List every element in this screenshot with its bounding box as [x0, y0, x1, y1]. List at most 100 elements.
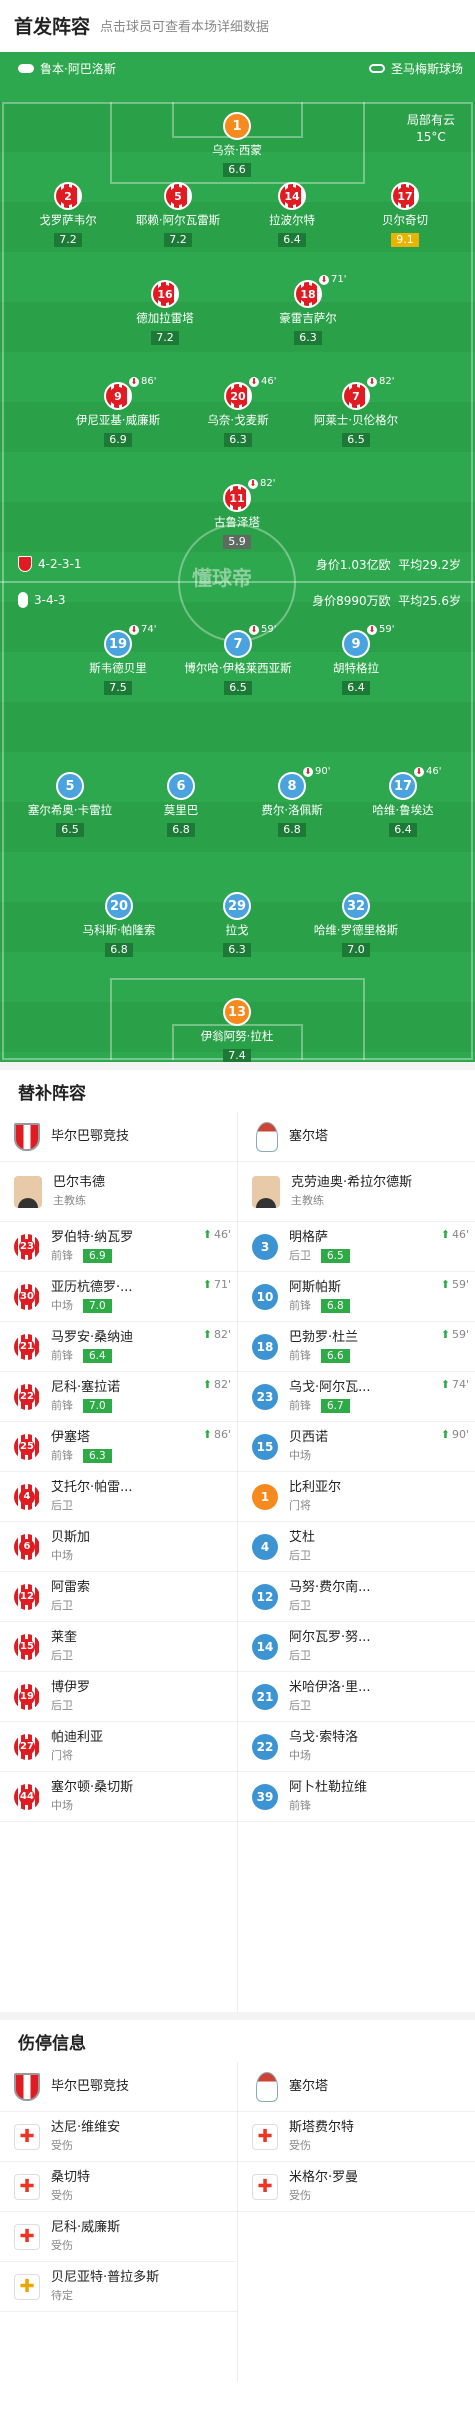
sub-off-minute: 82': [379, 376, 395, 387]
sub-off-icon: ⬇: [414, 766, 424, 777]
injury-row[interactable]: ✚ 贝尼亚特·普拉多斯 待定: [0, 2262, 237, 2312]
player-name: 阿莱士·贝伦格尔: [313, 413, 399, 427]
sub-player-row[interactable]: 21 马罗安·桑纳迪 前锋 6.4 ⬆ 82': [0, 1322, 237, 1372]
jersey-number: 14: [278, 182, 306, 210]
sub-player-row[interactable]: 3 明格萨 后卫 6.5 ⬆ 46': [238, 1222, 475, 1272]
pitch-player[interactable]: 11 ⬇ 82' 古鲁泽塔 5.9: [182, 478, 292, 549]
injury-row[interactable]: ✚ 米格尔·罗曼 受伤: [238, 2162, 475, 2212]
pitch-player[interactable]: 7 ⬇ 59' 博尔哈·伊格莱西亚斯 6.5: [183, 624, 293, 695]
pitch-player[interactable]: 19 ⬇ 74' 斯韦德贝里 7.5: [63, 624, 173, 695]
jersey-number: 6: [167, 772, 195, 800]
injury-row[interactable]: ✚ 桑切特 受伤: [0, 2162, 237, 2212]
player-rating: 6.3: [224, 433, 252, 447]
sub-player-row[interactable]: 12 阿雷索 后卫: [0, 1572, 237, 1622]
pitch-player[interactable]: 6 莫里巴 6.8: [126, 772, 236, 837]
sub-on-icon: ⬆: [440, 1278, 450, 1291]
sub-off-indicator: ⬇ 59': [367, 624, 394, 635]
sub-player-row[interactable]: 15 莱奎 后卫: [0, 1622, 237, 1672]
player-rating: 6.4: [342, 681, 370, 695]
sub-player-row[interactable]: 30 亚历杭德罗·... 中场 7.0 ⬆ 71': [0, 1272, 237, 1322]
player-position: 前锋: [289, 1398, 311, 1412]
sub-player-row[interactable]: 39 阿卜杜勒拉维 前锋: [238, 1772, 475, 1822]
home-coach[interactable]: 巴尔韦德 主教练: [0, 1162, 237, 1222]
jersey-number: 1: [223, 112, 251, 140]
jersey-number: 13: [223, 998, 251, 1026]
sub-player-row[interactable]: 23 罗伯特·纳瓦罗 前锋 6.9 ⬆ 46': [0, 1222, 237, 1272]
away-team-name: 塞尔塔: [289, 2078, 329, 2094]
pitch-player[interactable]: 18 ⬇ 71' 豪雷吉萨尔 6.3: [253, 274, 363, 345]
pitch-player[interactable]: 1 乌奈·西蒙 6.6: [182, 112, 292, 177]
player-name: 乌奈·戈麦斯: [207, 413, 269, 427]
sub-player-row[interactable]: 12 马努·费尔南... 后卫: [238, 1572, 475, 1622]
player-name: 阿斯帕斯: [289, 1279, 342, 1295]
player-name: 莫里巴: [163, 803, 199, 817]
sub-player-row[interactable]: 27 帕迪利亚 门将: [0, 1722, 237, 1772]
pitch-player[interactable]: 29 拉戈 6.3: [182, 892, 292, 957]
pitch-player[interactable]: 5 塞尔希奥·卡雷拉 6.5: [15, 772, 125, 837]
sub-player-row[interactable]: 25 伊塞塔 前锋 6.3 ⬆ 86': [0, 1422, 237, 1472]
sub-player-row[interactable]: 22 乌戈·索特洛 中场: [238, 1722, 475, 1772]
pitch-player[interactable]: 20 马科斯·帕隆索 6.8: [64, 892, 174, 957]
pitch-player[interactable]: 17 ⬇ 46' 哈维·鲁埃达 6.4: [348, 766, 458, 837]
jersey-number: 1: [252, 1483, 278, 1510]
sub-on-indicator: ⬆ 82': [203, 1328, 231, 1341]
jersey-number: 9: [104, 382, 132, 410]
home-team-name: 毕尔巴鄂竞技: [51, 2078, 130, 2094]
sub-player-row[interactable]: 1 比利亚尔 门将: [238, 1472, 475, 1522]
pitch-player[interactable]: 17 贝尔奇切 9.1: [350, 182, 460, 247]
home-formation-text: 4-2-3-1: [38, 557, 82, 571]
jersey-number-text: 19: [19, 1688, 35, 1705]
sub-player-row[interactable]: 6 贝斯加 中场: [0, 1522, 237, 1572]
sub-off-indicator: ⬇ 90': [303, 766, 330, 777]
injury-row[interactable]: ✚ 斯塔费尔特 受伤: [238, 2112, 475, 2162]
pitch-player[interactable]: 9 ⬇ 86' 伊尼亚基·威廉斯 6.9: [63, 376, 173, 447]
sub-player-row[interactable]: 4 艾托尔·帕雷... 后卫: [0, 1472, 237, 1522]
pitch-player[interactable]: 20 ⬇ 46' 乌奈·戈麦斯 6.3: [183, 376, 293, 447]
sub-player-row[interactable]: 18 巴勃罗·杜兰 前锋 6.6 ⬆ 59': [238, 1322, 475, 1372]
player-rating: 6.9: [104, 433, 132, 447]
sub-on-icon: ⬆: [440, 1328, 450, 1341]
pitch-player[interactable]: 5 耶赖·阿尔瓦雷斯 7.2: [123, 182, 233, 247]
weather-temp: 15°C: [416, 130, 446, 144]
player-rating: 6.8: [167, 823, 195, 837]
away-team-name: 塞尔塔: [289, 1128, 329, 1144]
jersey-number-text: 27: [19, 1738, 35, 1755]
pitch-player[interactable]: 8 ⬇ 90' 费尔·洛佩斯 6.8: [237, 766, 347, 837]
home-logo-icon: [18, 556, 32, 572]
coach-name: 克劳迪奥·希拉尔德斯: [291, 1174, 413, 1190]
home-team-name: 毕尔巴鄂竞技: [51, 1128, 130, 1144]
injury-row[interactable]: ✚ 尼科·威廉斯 受伤: [0, 2212, 237, 2262]
medical-kit-icon: ✚: [14, 2223, 40, 2250]
pitch-player[interactable]: 13 伊翁阿努·拉杜 7.4: [182, 998, 292, 1062]
player-rating: 6.6: [223, 163, 251, 177]
pitch-player[interactable]: 14 拉波尔特 6.4: [237, 182, 347, 247]
sub-player-row[interactable]: 15 贝西诺 中场 ⬆ 90': [238, 1422, 475, 1472]
player-rating: 6.6: [321, 1348, 350, 1363]
sub-player-row[interactable]: 22 尼科·塞拉诺 前锋 7.0 ⬆ 82': [0, 1372, 237, 1422]
pitch-player[interactable]: 2 戈罗萨韦尔 7.2: [13, 182, 123, 247]
sub-on-minute: 46': [451, 1228, 469, 1241]
pitch-player[interactable]: 16 德加拉雷塔 7.2: [110, 280, 220, 345]
sub-player-row[interactable]: 4 艾杜 后卫: [238, 1522, 475, 1572]
pitch-player[interactable]: 9 ⬇ 59' 胡特格拉 6.4: [301, 624, 411, 695]
player-rating: 6.3: [223, 943, 251, 957]
sub-on-indicator: ⬆ 86': [203, 1428, 231, 1441]
jersey-number: 23: [252, 1383, 278, 1410]
sub-on-icon: ⬆: [202, 1328, 212, 1341]
sub-player-row[interactable]: 10 阿斯帕斯 前锋 6.8 ⬆ 59': [238, 1272, 475, 1322]
sub-player-row[interactable]: 44 塞尔顿·桑切斯 中场: [0, 1772, 237, 1822]
player-name: 贝斯加: [51, 1529, 91, 1545]
sub-player-row[interactable]: 21 米哈伊洛·里... 后卫: [238, 1672, 475, 1722]
sub-player-row[interactable]: 14 阿尔瓦罗·努... 后卫: [238, 1622, 475, 1672]
whistle-icon: [18, 64, 34, 73]
injury-row[interactable]: ✚ 达尼·维维安 受伤: [0, 2112, 237, 2162]
pitch-player[interactable]: 7 ⬇ 82' 阿莱士·贝伦格尔 6.5: [301, 376, 411, 447]
sub-player-row[interactable]: 19 博伊罗 后卫: [0, 1672, 237, 1722]
player-name: 戈罗萨韦尔: [39, 213, 97, 227]
pitch-player[interactable]: 32 哈维·罗德里格斯 7.0: [301, 892, 411, 957]
player-position: 前锋: [51, 1398, 73, 1412]
sub-player-row[interactable]: 23 乌戈·阿尔瓦... 前锋 6.7 ⬆ 74': [238, 1372, 475, 1422]
player-name: 古鲁泽塔: [214, 515, 260, 529]
away-coach[interactable]: 克劳迪奥·希拉尔德斯 主教练: [238, 1162, 475, 1222]
player-name: 尼科·威廉斯: [51, 2219, 121, 2235]
